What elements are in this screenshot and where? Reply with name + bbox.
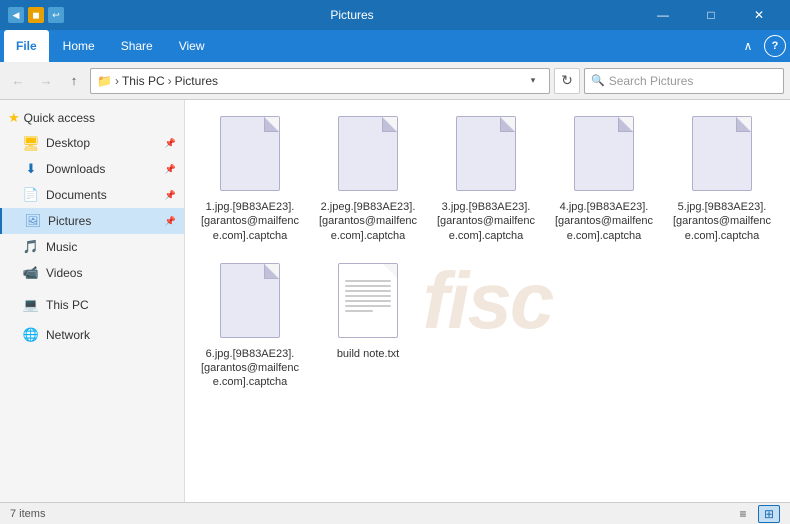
list-view-button[interactable]: ≡ [732, 505, 754, 523]
quick-access-icon: ◀ [8, 7, 24, 23]
sidebar-item-desktop[interactable]: 🖥 Desktop 📌 [0, 130, 184, 156]
list-item[interactable]: 5.jpg.[9B83AE23].[garantos@mailfence.com… [667, 110, 777, 249]
sidebar-item-videos[interactable]: 📹 Videos [0, 260, 184, 286]
title-bar-icons: ◀ ◼ ↩ [8, 7, 64, 23]
sidebar-item-documents[interactable]: 📄 Documents 📌 [0, 182, 184, 208]
this-pc-icon: 💻 [22, 296, 40, 314]
network-icon: 🌐 [22, 326, 40, 344]
doc-file-icon [574, 116, 634, 191]
doc-file-icon [338, 116, 398, 191]
downloads-icon: ⬇ [22, 160, 40, 178]
sidebar-item-videos-label: Videos [46, 266, 82, 280]
sidebar-item-desktop-label: Desktop [46, 136, 90, 150]
close-button[interactable]: ✕ [736, 0, 782, 30]
large-icon-view-button[interactable]: ⊞ [758, 505, 780, 523]
sidebar-item-this-pc-label: This PC [46, 298, 89, 312]
ribbon-collapse-button[interactable]: ∧ [736, 34, 760, 58]
address-path[interactable]: 📁 › This PC › Pictures ▾ [90, 68, 550, 94]
downloads-pin-icon: 📌 [165, 164, 176, 175]
txt-file-icon [338, 263, 398, 338]
address-dropdown-button[interactable]: ▾ [523, 75, 543, 86]
undo-icon: ↩ [48, 7, 64, 23]
list-item[interactable]: 2.jpeg.[9B83AE23].[garantos@mailfence.co… [313, 110, 423, 249]
pictures-pin-icon: 📌 [165, 216, 176, 227]
sidebar-item-music-label: Music [46, 240, 77, 254]
sidebar-item-downloads-label: Downloads [46, 162, 105, 176]
status-bar: 7 items ≡ ⊞ [0, 502, 790, 524]
desktop-icon: 🖥 [22, 134, 40, 152]
main-area: ★ Quick access 🖥 Desktop 📌 ⬇ Downloads 📌… [0, 100, 790, 502]
item-count: 7 items [10, 508, 45, 520]
path-this-pc[interactable]: This PC [122, 74, 165, 88]
sidebar-quick-access[interactable]: ★ Quick access [0, 106, 184, 130]
videos-icon: 📹 [22, 264, 40, 282]
documents-icon: 📄 [22, 186, 40, 204]
desktop-pin-icon: 📌 [165, 138, 176, 149]
address-bar: ← → ↑ 📁 › This PC › Pictures ▾ ↻ 🔍 Searc… [0, 62, 790, 100]
file-name-label: build note.txt [337, 347, 399, 361]
title-bar: ◀ ◼ ↩ Pictures — □ ✕ [0, 0, 790, 30]
sidebar-item-pictures[interactable]: 🖼 Pictures 📌 [0, 208, 184, 234]
file-name-label: 1.jpg.[9B83AE23].[garantos@mailfence.com… [199, 200, 301, 243]
tab-view[interactable]: View [167, 30, 217, 62]
watermark: fisc [423, 255, 553, 347]
sidebar-item-this-pc[interactable]: 💻 This PC [0, 292, 184, 318]
maximize-button[interactable]: □ [688, 0, 734, 30]
forward-button[interactable]: → [34, 69, 58, 93]
doc-file-icon [456, 116, 516, 191]
window-title: Pictures [64, 8, 640, 22]
window-controls: — □ ✕ [640, 0, 782, 30]
file-name-label: 4.jpg.[9B83AE23].[garantos@mailfence.com… [553, 200, 655, 243]
minimize-button[interactable]: — [640, 0, 686, 30]
up-button[interactable]: ↑ [62, 69, 86, 93]
sidebar-quick-access-label: Quick access [24, 111, 95, 125]
music-icon: 🎵 [22, 238, 40, 256]
file-content-area: fisc 1.jpg.[9B83AE23].[garantos@mailfenc… [185, 100, 790, 502]
view-controls: ≡ ⊞ [732, 505, 780, 523]
sidebar-item-documents-label: Documents [46, 188, 107, 202]
list-item[interactable]: 1.jpg.[9B83AE23].[garantos@mailfence.com… [195, 110, 305, 249]
sidebar-item-music[interactable]: 🎵 Music [0, 234, 184, 260]
search-icon: 🔍 [591, 74, 605, 87]
doc-file-icon [692, 116, 752, 191]
sidebar-item-network[interactable]: 🌐 Network [0, 322, 184, 348]
list-item[interactable]: build note.txt [313, 257, 423, 396]
list-item[interactable]: 3.jpg.[9B83AE23].[garantos@mailfence.com… [431, 110, 541, 249]
help-button[interactable]: ? [764, 35, 786, 57]
ribbon: File Home Share View ∧ ? [0, 30, 790, 62]
sidebar-item-pictures-label: Pictures [48, 214, 91, 228]
back-button[interactable]: ← [6, 69, 30, 93]
star-icon: ★ [8, 110, 20, 126]
path-pictures[interactable]: Pictures [175, 74, 218, 88]
search-box[interactable]: 🔍 Search Pictures [584, 68, 784, 94]
refresh-button[interactable]: ↻ [554, 68, 580, 94]
pictures-icon: 🖼 [24, 212, 42, 230]
doc-file-icon [220, 116, 280, 191]
documents-pin-icon: 📌 [165, 190, 176, 201]
sidebar: ★ Quick access 🖥 Desktop 📌 ⬇ Downloads 📌… [0, 100, 185, 502]
sidebar-item-downloads[interactable]: ⬇ Downloads 📌 [0, 156, 184, 182]
save-icon: ◼ [28, 7, 44, 23]
file-name-label: 5.jpg.[9B83AE23].[garantos@mailfence.com… [671, 200, 773, 243]
path-folder-icon: 📁 [97, 74, 112, 88]
search-placeholder: Search Pictures [609, 74, 694, 88]
tab-share[interactable]: Share [109, 30, 165, 62]
list-item[interactable]: 4.jpg.[9B83AE23].[garantos@mailfence.com… [549, 110, 659, 249]
tab-home[interactable]: Home [51, 30, 107, 62]
doc-file-icon [220, 263, 280, 338]
file-name-label: 2.jpeg.[9B83AE23].[garantos@mailfence.co… [317, 200, 419, 243]
list-item[interactable]: 6.jpg.[9B83AE23].[garantos@mailfence.com… [195, 257, 305, 396]
file-name-label: 6.jpg.[9B83AE23].[garantos@mailfence.com… [199, 347, 301, 390]
sidebar-item-network-label: Network [46, 328, 90, 342]
file-name-label: 3.jpg.[9B83AE23].[garantos@mailfence.com… [435, 200, 537, 243]
tab-file[interactable]: File [4, 30, 49, 62]
